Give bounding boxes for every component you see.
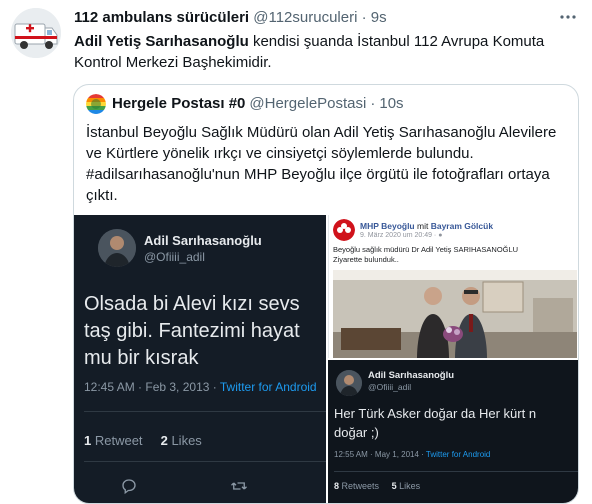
tweet-screenshot-right[interactable]: Adil Sarıhasanoğlu @Ofiiii_adil Her Türk… bbox=[328, 360, 578, 503]
user-avatar bbox=[336, 370, 362, 396]
like-count: 2 bbox=[160, 433, 168, 448]
user-avatar bbox=[98, 229, 136, 267]
quote-text-line: çıktı. bbox=[86, 187, 118, 204]
reply-icon bbox=[120, 477, 140, 497]
facebook-post-date: 9. März 2020 um 20:49 · ● bbox=[360, 231, 443, 239]
facebook-post-text: Beyoğlu sağlık müdürü Dr Adil Yetiş SARI… bbox=[333, 245, 519, 264]
quote-time[interactable]: 10s bbox=[379, 94, 403, 114]
divider bbox=[84, 461, 326, 462]
screenshot-timestamp: 12:45 AM · Feb 3, 2013 · bbox=[84, 380, 220, 394]
screenshot-stats: 8 Retweets 5 Likes bbox=[334, 481, 420, 491]
facebook-page-name: MHP Beyoğlu bbox=[360, 220, 415, 231]
media-grid: Adil Sarıhasanoğlu @Ofiiii_adil Olsada b… bbox=[74, 215, 578, 503]
screenshot-source: Twitter for Android bbox=[219, 380, 317, 394]
divider bbox=[334, 471, 578, 472]
quote-text-line: ve Kürtlere yönelik ırkçı ve cinsiyetçi … bbox=[86, 145, 474, 162]
screenshot-tweet-meta: 12:45 AM · Feb 3, 2013 · Twitter for And… bbox=[84, 380, 317, 394]
screenshot-tweet-meta: 12:55 AM · May 1, 2014 · Twitter for And… bbox=[334, 450, 490, 459]
tweet-header: 112 ambulans sürücüleri @112suruculeri ·… bbox=[74, 8, 387, 28]
tweet-text-line1: kendisi şuanda İstanbul 112 Avrupa Komut… bbox=[248, 33, 545, 50]
tweet[interactable]: 112 ambulans sürücüleri @112suruculeri ·… bbox=[0, 0, 592, 504]
quote-header: Hergele Postası #0 @HergelePostasi · 10s bbox=[86, 94, 404, 114]
facebook-post-screenshot[interactable]: MHP Beyoğlu mit Bayram Gölcük 9. März 20… bbox=[328, 215, 578, 358]
quote-separator-dot: · bbox=[370, 95, 376, 112]
screenshot-timestamp: 12:55 AM · May 1, 2014 · bbox=[334, 450, 426, 459]
screenshot-stats: 1 Retweet 2 Likes bbox=[84, 433, 202, 448]
meeting-photo bbox=[333, 270, 577, 358]
facebook-post-header: MHP Beyoğlu mit Bayram Gölcük 9. März 20… bbox=[333, 219, 493, 241]
quoted-tweet[interactable]: Hergele Postası #0 @HergelePostasi · 10s… bbox=[73, 84, 579, 504]
divider bbox=[84, 411, 326, 412]
tweet-text: Adil Yetiş Sarıhasanoğlu kendisi şuanda … bbox=[74, 31, 574, 73]
facebook-post-title: MHP Beyoğlu mit Bayram Gölcük bbox=[360, 221, 493, 231]
retweet-label: Retweets bbox=[339, 481, 380, 491]
globe-icon: ● bbox=[438, 231, 443, 239]
retweet-label: Retweet bbox=[91, 433, 143, 448]
ellipsis-icon[interactable] bbox=[558, 10, 578, 24]
screenshot-actions bbox=[120, 477, 320, 497]
quote-text: İstanbul Beyoğlu Sağlık Müdürü olan Adil… bbox=[86, 122, 574, 206]
separator-dot: · bbox=[361, 9, 367, 26]
screenshot-source: Twitter for Android bbox=[425, 450, 491, 459]
facebook-tagged-person: Bayram Gölcük bbox=[430, 220, 494, 231]
screenshot-user-name: Adil Sarıhasanoğlu bbox=[144, 233, 262, 248]
quote-author-handle[interactable]: @HergelePostasi bbox=[249, 94, 366, 114]
author-name[interactable]: 112 ambulans sürücüleri bbox=[74, 9, 249, 26]
mentioned-name: Adil Yetiş Sarıhasanoğlu bbox=[74, 33, 249, 50]
screenshot-user-handle: @Ofiiii_adil bbox=[144, 250, 205, 264]
tweet-time[interactable]: 9s bbox=[371, 9, 387, 26]
quote-text-line: İstanbul Beyoğlu Sağlık Müdürü olan Adil… bbox=[86, 124, 557, 141]
mhp-logo-icon bbox=[333, 219, 355, 241]
like-label: Likes bbox=[396, 481, 421, 491]
quote-author-name[interactable]: Hergele Postası #0 bbox=[112, 94, 245, 114]
quote-text-line: #adilsarıhasanoğlu'nun MHP Beyoğlu ilçe … bbox=[86, 166, 550, 183]
facebook-with-text: mit bbox=[414, 220, 431, 231]
tweet-text-line2: Kontrol Merkezi Başhekimidir. bbox=[74, 54, 272, 71]
tweet-screenshot-left[interactable]: Adil Sarıhasanoğlu @Ofiiii_adil Olsada b… bbox=[74, 215, 326, 503]
screenshot-user-name: Adil Sarıhasanoğlu bbox=[368, 370, 455, 381]
like-label: Likes bbox=[167, 433, 202, 448]
retweet-icon bbox=[230, 477, 250, 497]
screenshot-tweet-body: Her Türk Asker doğar da Her kürt n doğar… bbox=[334, 406, 537, 440]
screenshot-user-handle: @Ofiiii_adil bbox=[368, 382, 412, 392]
author-handle[interactable]: @112suruculeri bbox=[253, 9, 357, 26]
rainbow-globe-avatar[interactable] bbox=[86, 94, 106, 114]
screenshot-tweet-body: Olsada bi Alevi kızı sevs taş gibi. Fant… bbox=[84, 293, 300, 369]
ambulance-avatar[interactable] bbox=[11, 8, 61, 58]
